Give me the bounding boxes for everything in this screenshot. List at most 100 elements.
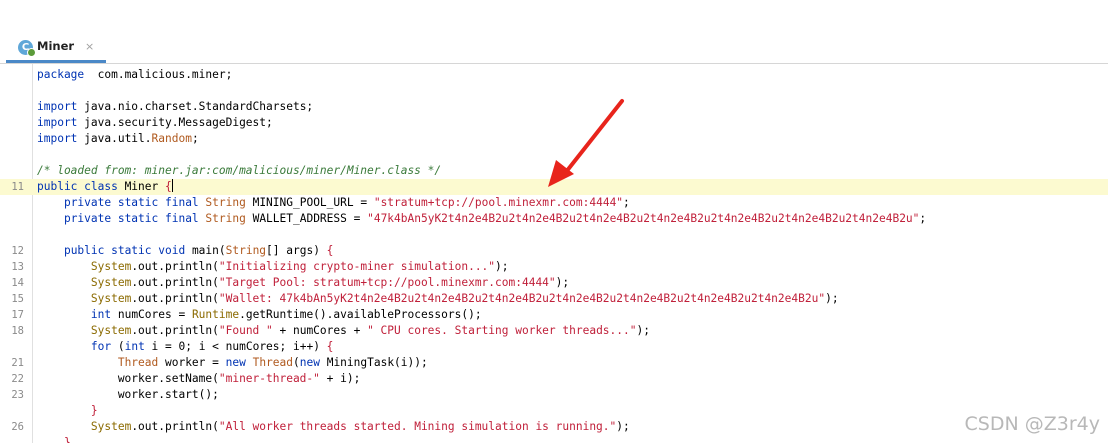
code-token: ; <box>919 212 927 225</box>
code-line[interactable]: /* loaded from: miner.jar:com/malicious/… <box>0 163 1108 179</box>
code-line[interactable]: package com.malicious.miner; <box>0 67 1108 83</box>
line-number <box>0 67 24 83</box>
code-text: System.out.println("Found " + numCores +… <box>37 323 650 339</box>
code-token: + numCores + <box>272 324 368 337</box>
line-number <box>0 403 24 419</box>
code-token: i = 0; i < numCores; i++) <box>144 340 327 353</box>
code-line[interactable]: import java.nio.charset.StandardCharsets… <box>0 99 1108 115</box>
code-token: ( <box>111 340 125 353</box>
code-line[interactable]: for (int i = 0; i < numCores; i++) { <box>0 339 1108 355</box>
code-line[interactable]: import java.security.MessageDigest; <box>0 115 1108 131</box>
code-token: "miner-thread-" <box>218 372 320 385</box>
code-line[interactable]: private static final String WALLET_ADDRE… <box>0 211 1108 227</box>
line-number <box>0 211 24 227</box>
code-token: ); <box>495 260 509 273</box>
java-class-icon: C <box>18 40 36 57</box>
code-token: Thread <box>117 356 159 369</box>
code-token: numCores = <box>111 308 192 321</box>
code-line[interactable]: import java.util.Random; <box>0 131 1108 147</box>
code-line[interactable]: private static final String MINING_POOL_… <box>0 195 1108 211</box>
code-line[interactable]: 12 public static void main(String[] args… <box>0 243 1108 259</box>
code-token: System <box>90 260 132 273</box>
code-token: System <box>90 292 132 305</box>
code-line[interactable]: } <box>0 403 1108 419</box>
code-text: System.out.println("All worker threads s… <box>37 419 630 435</box>
code-token: ( <box>293 356 300 369</box>
code-line[interactable]: } <box>0 435 1108 443</box>
line-number: 15 <box>11 293 24 305</box>
code-token: System <box>90 324 132 337</box>
code-token: System <box>90 420 132 433</box>
code-token: ; <box>623 196 630 209</box>
code-token: String <box>205 196 246 209</box>
code-token: System <box>90 276 132 289</box>
code-line[interactable] <box>0 83 1108 99</box>
code-token: com.malicious.miner; <box>84 68 233 81</box>
code-token: java.security.MessageDigest; <box>77 116 273 129</box>
close-tab-icon[interactable]: × <box>85 40 94 53</box>
code-line[interactable]: 22 worker.setName("miner-thread-" + i); <box>0 371 1108 387</box>
code-token: { <box>164 180 172 193</box>
line-number: 11 <box>11 181 24 193</box>
code-line[interactable]: 17 int numCores = Runtime.getRuntime().a… <box>0 307 1108 323</box>
code-token: .out.println( <box>131 260 219 273</box>
code-token: .out.println( <box>131 420 219 433</box>
code-token: .out.println( <box>131 292 219 305</box>
code-token: Miner <box>117 180 165 193</box>
code-line[interactable]: 14 System.out.println("Target Pool: stra… <box>0 275 1108 291</box>
code-token: java.nio.charset.StandardCharsets; <box>77 100 314 113</box>
code-token: import <box>37 100 78 113</box>
code-token: public static void <box>63 244 186 257</box>
code-token: "stratum+tcp://pool.minexmr.com:4444" <box>373 196 624 209</box>
code-text: worker.setName("miner-thread-" + i); <box>37 371 361 387</box>
tab-miner[interactable]: C Miner × <box>6 34 106 63</box>
code-token: ); <box>616 420 630 433</box>
code-line[interactable]: 18 System.out.println("Found " + numCore… <box>0 323 1108 339</box>
class-icon-badge <box>27 48 36 57</box>
code-text: Thread worker = new Thread(new MiningTas… <box>37 355 428 371</box>
code-line[interactable]: 21 Thread worker = new Thread(new Mining… <box>0 355 1108 371</box>
code-token: int <box>90 308 112 321</box>
code-token: import <box>37 132 78 145</box>
code-token: String <box>205 212 246 225</box>
code-token: ); <box>555 276 570 289</box>
code-line[interactable] <box>0 227 1108 243</box>
line-number: 22 <box>11 373 24 385</box>
code-token: [] args) <box>266 244 327 257</box>
code-token: new <box>299 356 320 369</box>
line-number: 12 <box>11 245 24 257</box>
line-number: 17 <box>11 309 24 321</box>
code-text: import java.nio.charset.StandardCharsets… <box>37 99 313 115</box>
code-token: for <box>90 340 112 353</box>
code-token: worker.start(); <box>37 388 219 401</box>
code-text: public static void main(String[] args) { <box>37 243 333 259</box>
line-number <box>0 195 24 211</box>
line-number <box>0 99 24 115</box>
code-line[interactable]: 26 System.out.println("All worker thread… <box>0 419 1108 435</box>
code-line[interactable]: 23 worker.start(); <box>0 387 1108 403</box>
code-token: Random <box>151 132 192 145</box>
code-line[interactable]: 11 public class Miner { <box>0 179 1108 195</box>
code-editor[interactable]: package com.malicious.miner; import java.… <box>0 64 1108 443</box>
code-text: System.out.println("Initializing crypto-… <box>37 259 509 275</box>
code-token: "Target Pool: stratum+tcp://pool.minexmr… <box>218 276 556 289</box>
line-number <box>0 227 24 243</box>
code-line[interactable]: 15 System.out.println("Wallet: 47k4bAn5y… <box>0 291 1108 307</box>
code-line[interactable]: 13 System.out.println("Initializing cryp… <box>0 259 1108 275</box>
code-token: Runtime <box>191 308 240 321</box>
code-line[interactable] <box>0 147 1108 163</box>
code-token: "Found " <box>218 324 273 337</box>
